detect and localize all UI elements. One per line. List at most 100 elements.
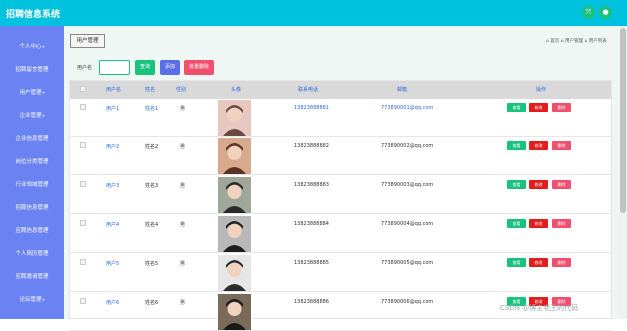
header-username: 用户名 [106, 87, 122, 93]
cell-username: 用户3 [106, 183, 120, 189]
cell-phone: 13823888884 [294, 221, 329, 227]
cell-email: 773890003@qq.com [381, 182, 434, 188]
header-email: 邮箱 [397, 87, 408, 93]
breadcrumb: ⌂ 首页 ⌂ 用户管理 ⌂ 用户列表 [546, 38, 607, 44]
avatar [218, 138, 251, 174]
query-button[interactable]: 查询 [135, 60, 155, 75]
avatar [218, 177, 251, 213]
view-button[interactable]: 查看 [507, 141, 526, 150]
cell-email: 773890006@qq.com [381, 299, 434, 305]
cell-gender: 男 [180, 183, 186, 189]
delete-button[interactable]: 删除 [552, 141, 571, 150]
sidebar-item-resumes[interactable]: 个人简历管理 [0, 248, 64, 260]
table-row: 用户2 姓名2 男 13823888882 773890002@qq.com 查看 修改 删除 [70, 137, 611, 175]
cell-gender: 男 [180, 261, 186, 267]
sidebar-item-job-category[interactable]: 岗位分类管理 [0, 156, 64, 168]
batch-delete-button[interactable]: 批量删除 [184, 60, 214, 75]
cell-phone: 13823888883 [294, 182, 329, 188]
table-row: 用户5 姓名5 男 13823888885 773890005@qq.com 查看 修改 删除 [70, 254, 611, 292]
row-checkbox[interactable] [80, 142, 86, 148]
view-button[interactable]: 查看 [507, 180, 526, 189]
sidebar-item-industry[interactable]: 行业领域管理 [0, 179, 64, 191]
breadcrumb-users[interactable]: 用户管理 [565, 39, 583, 44]
view-button[interactable]: 查看 [507, 103, 526, 112]
sidebar-item-invitations[interactable]: 应聘邀请管理 [0, 271, 64, 283]
cell-name: 姓名2 [145, 144, 159, 150]
cell-username: 用户4 [106, 222, 120, 228]
edit-button[interactable]: 修改 [529, 219, 548, 228]
cell-name: 姓名6 [145, 300, 159, 306]
delete-button[interactable]: 删除 [552, 180, 571, 189]
cell-email: 773890002@qq.com [381, 143, 434, 149]
sidebar-item-forum[interactable]: 论坛管理▾ [0, 294, 64, 306]
breadcrumb-list: 用户列表 [588, 39, 607, 44]
cell-phone: 13823888886 [294, 299, 329, 305]
sidebar-item-recruitment[interactable]: 招聘信息管理 [0, 202, 64, 214]
cell-phone: 13823888885 [294, 260, 329, 266]
edit-button[interactable]: 修改 [529, 258, 548, 267]
cell-phone: 13823888881 [294, 105, 329, 111]
cell-email: 773890001@qq.com [381, 105, 434, 111]
avatar [218, 255, 251, 291]
add-button[interactable]: 添加 [160, 60, 180, 75]
delete-button[interactable]: 删除 [552, 258, 571, 267]
watermark: CSDN @博主老王的代码 [500, 304, 579, 312]
delete-button[interactable]: 删除 [552, 103, 571, 112]
sidebar-item-personal-center[interactable]: 个人中心▾ [0, 41, 64, 53]
breadcrumb-icon: ⌂ [560, 39, 564, 44]
sidebar-item-companies[interactable]: 企业管理▾ [0, 110, 64, 122]
table-row: 用户4 姓名4 男 13823888884 773890004@qq.com 查看 修改 删除 [70, 215, 611, 253]
header-name: 姓名 [145, 87, 156, 93]
row-checkbox[interactable] [80, 220, 86, 226]
row-checkbox[interactable] [80, 259, 86, 265]
app-title: 招聘信息系统 [6, 10, 61, 20]
username-search-input[interactable] [99, 60, 130, 75]
vertical-scrollbar[interactable] [619, 26, 627, 319]
sidebar-item-users[interactable]: 用户管理▾ [0, 87, 64, 99]
avatar [218, 216, 251, 252]
cell-username: 用户1 [106, 106, 120, 112]
search-label: 用户名 [77, 65, 93, 71]
sidebar-item-applications[interactable]: 应聘信息管理 [0, 225, 64, 237]
cell-name: 姓名4 [145, 222, 159, 228]
cell-name: 姓名3 [145, 183, 159, 189]
header-actions: 操作 [536, 87, 547, 93]
cell-username: 用户5 [106, 261, 120, 267]
top-bar: 招聘信息系统 ⤧ ● [0, 0, 627, 26]
cell-gender: 男 [180, 144, 186, 150]
cell-name: 姓名1 [145, 106, 159, 112]
avatar [218, 100, 251, 136]
sidebar: 个人中心▾ 招聘留言管理 用户管理▾ 企业管理▾ 企业信息管理 岗位分类管理 行… [0, 26, 64, 319]
cell-gender: 男 [180, 222, 186, 228]
view-button[interactable]: 查看 [507, 258, 526, 267]
cell-username: 用户2 [106, 144, 120, 150]
delete-button[interactable]: 删除 [552, 219, 571, 228]
row-checkbox[interactable] [80, 298, 86, 304]
edit-button[interactable]: 修改 [529, 141, 548, 150]
sidebar-item-company-info[interactable]: 企业信息管理 [0, 133, 64, 145]
view-button[interactable]: 查看 [507, 219, 526, 228]
breadcrumb-home[interactable]: 首页 [550, 39, 559, 44]
header-gender: 性别 [176, 87, 187, 93]
cell-email: 773890004@qq.com [381, 221, 434, 227]
expand-icon[interactable]: ⤧ [582, 6, 595, 19]
header-phone: 联系电话 [298, 87, 319, 93]
table-header: 用户名 姓名 性别 头像 联系电话 邮箱 操作 [70, 81, 611, 99]
home-icon: ⌂ [546, 39, 549, 44]
select-all-checkbox[interactable] [80, 86, 86, 92]
row-checkbox[interactable] [80, 104, 86, 110]
scrollbar-thumb[interactable] [620, 28, 626, 213]
user-table: 用户名 姓名 性别 头像 联系电话 邮箱 操作 用户1 姓名1 男 138238888… [69, 80, 612, 331]
cell-email: 773890005@qq.com [381, 260, 434, 266]
edit-button[interactable]: 修改 [529, 180, 548, 189]
user-icon[interactable]: ● [599, 6, 612, 19]
cell-phone: 13823888882 [294, 143, 329, 149]
cell-name: 姓名5 [145, 261, 159, 267]
table-row: 用户3 姓名3 男 13823888883 773890003@qq.com 查看 修改 删除 [70, 176, 611, 214]
avatar [218, 294, 251, 330]
breadcrumb-icon: ⌂ [584, 39, 588, 44]
page-title-button[interactable]: 用户管理 [70, 34, 105, 48]
sidebar-item-message[interactable]: 招聘留言管理 [0, 64, 64, 76]
edit-button[interactable]: 修改 [529, 103, 548, 112]
row-checkbox[interactable] [80, 181, 86, 187]
